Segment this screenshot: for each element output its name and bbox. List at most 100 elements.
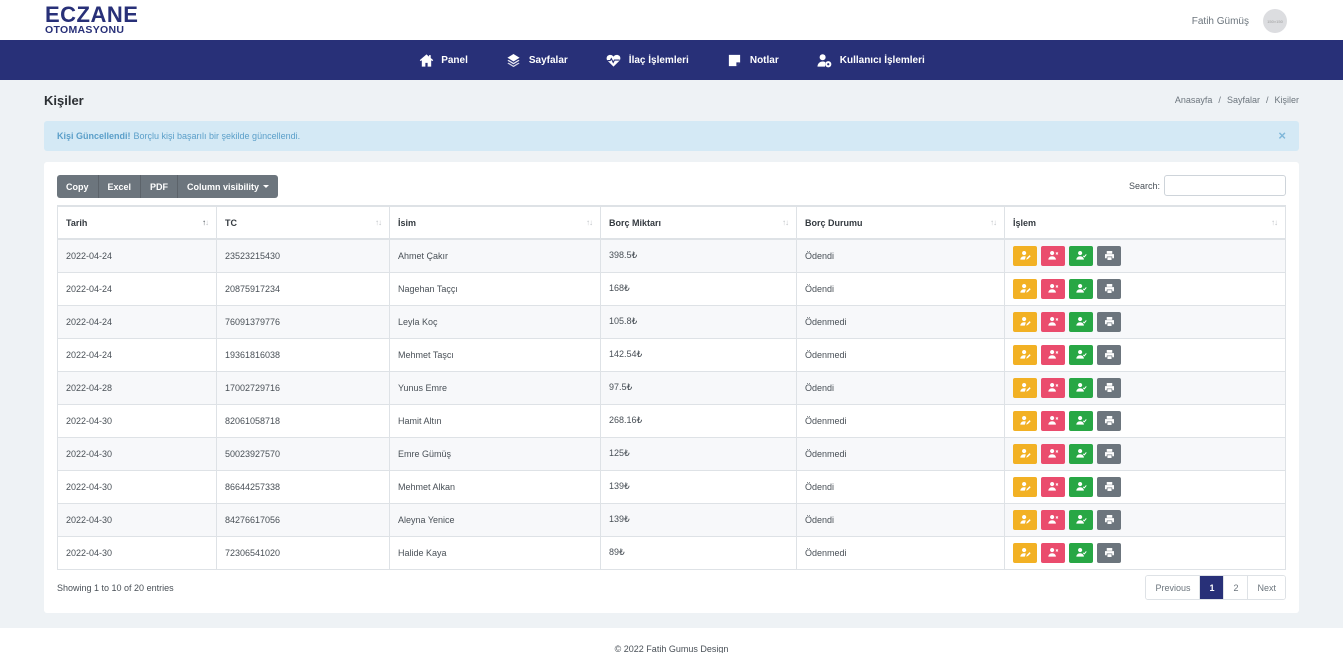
delete-user-button[interactable] <box>1041 245 1065 266</box>
cell-tc: 17002729716 <box>216 370 390 405</box>
cell-name: Emre Gümüş <box>389 436 601 471</box>
column-header-tc[interactable]: TC ↑↓ <box>216 205 390 240</box>
print-button[interactable] <box>1097 278 1121 299</box>
print-button[interactable] <box>1097 377 1121 398</box>
print-icon <box>1104 250 1115 261</box>
mark-paid-button[interactable] <box>1069 377 1093 398</box>
table-row: 2022-04-24 19361816038 Mehmet Taşcı 142.54₺… <box>57 337 1286 372</box>
nav-item-kullanici-islemleri[interactable]: Kullanıcı İşlemleri <box>817 52 925 68</box>
cell-status: Ödendi <box>796 271 1005 306</box>
cell-date: 2022-04-30 <box>57 502 217 537</box>
persons-table: Tarih ↑↓ TC ↑↓ İsim ↑↓ Borç Miktarı ↑↓ Borç … <box>57 205 1286 570</box>
user-edit-icon <box>1019 481 1031 492</box>
cell-name: Aleyna Yenice <box>389 502 601 537</box>
copy-button[interactable]: Copy <box>57 175 99 198</box>
column-header-tarih[interactable]: Tarih ↑↓ <box>57 205 217 240</box>
print-button[interactable] <box>1097 542 1121 563</box>
nav-item-sayfalar[interactable]: Sayfalar <box>506 52 568 68</box>
print-button[interactable] <box>1097 311 1121 332</box>
row-actions <box>1013 443 1277 464</box>
cell-status: Ödenmedi <box>796 436 1005 471</box>
mark-paid-button[interactable] <box>1069 410 1093 431</box>
mark-paid-button[interactable] <box>1069 509 1093 530</box>
breadcrumb-sayfalar[interactable]: Sayfalar <box>1227 95 1260 105</box>
breadcrumb-home[interactable]: Anasayfa <box>1175 95 1213 105</box>
mark-paid-button[interactable] <box>1069 542 1093 563</box>
cell-date: 2022-04-24 <box>57 238 217 273</box>
delete-user-button[interactable] <box>1041 278 1065 299</box>
delete-user-button[interactable] <box>1041 311 1065 332</box>
nav-item-ilac-islemleri[interactable]: İlaç İşlemleri <box>606 52 689 68</box>
nav-label: İlaç İşlemleri <box>628 54 689 66</box>
edit-user-button[interactable] <box>1013 377 1037 398</box>
edit-user-button[interactable] <box>1013 509 1037 530</box>
cell-name: Yunus Emre <box>389 370 601 405</box>
mark-paid-button[interactable] <box>1069 245 1093 266</box>
pdf-button[interactable]: PDF <box>141 175 179 198</box>
edit-user-button[interactable] <box>1013 311 1037 332</box>
nav-item-panel[interactable]: Panel <box>418 52 468 68</box>
edit-user-button[interactable] <box>1013 542 1037 563</box>
close-icon[interactable]: × <box>1278 129 1286 142</box>
edit-user-button[interactable] <box>1013 278 1037 299</box>
nav-item-notlar[interactable]: Notlar <box>727 52 779 68</box>
user-edit-icon <box>1019 514 1031 525</box>
user-edit-icon <box>1019 382 1031 393</box>
cell-status: Ödenmedi <box>796 304 1005 339</box>
edit-user-button[interactable] <box>1013 443 1037 464</box>
print-button[interactable] <box>1097 509 1121 530</box>
cell-actions <box>1004 238 1286 273</box>
column-header-islem[interactable]: İşlem ↑↓ <box>1004 205 1286 240</box>
cell-name: Leyla Koç <box>389 304 601 339</box>
print-button[interactable] <box>1097 245 1121 266</box>
excel-button[interactable]: Excel <box>99 175 142 198</box>
print-icon <box>1104 448 1115 459</box>
delete-user-button[interactable] <box>1041 443 1065 464</box>
edit-user-button[interactable] <box>1013 344 1037 365</box>
page-2-button[interactable]: 2 <box>1224 576 1249 599</box>
print-button[interactable] <box>1097 443 1121 464</box>
logo[interactable]: ECZANE OTOMASYONU <box>45 4 138 36</box>
cell-status: Ödendi <box>796 370 1005 405</box>
edit-user-button[interactable] <box>1013 476 1037 497</box>
cell-name: Mehmet Taşcı <box>389 337 601 372</box>
delete-user-button[interactable] <box>1041 476 1065 497</box>
print-button[interactable] <box>1097 344 1121 365</box>
avatar[interactable]: 150×150 <box>1263 9 1287 33</box>
edit-user-button[interactable] <box>1013 410 1037 431</box>
column-header-borc-durumu[interactable]: Borç Durumu ↑↓ <box>796 205 1005 240</box>
cell-tc: 72306541020 <box>216 535 390 570</box>
delete-user-button[interactable] <box>1041 410 1065 431</box>
cell-status: Ödenmedi <box>796 535 1005 570</box>
next-button[interactable]: Next <box>1248 576 1285 599</box>
print-icon <box>1104 547 1115 558</box>
user-check-icon <box>1075 349 1087 360</box>
mark-paid-button[interactable] <box>1069 443 1093 464</box>
page-1-button[interactable]: 1 <box>1200 576 1225 599</box>
mark-paid-button[interactable] <box>1069 278 1093 299</box>
user-check-icon <box>1075 250 1087 261</box>
delete-user-button[interactable] <box>1041 344 1065 365</box>
user-edit-icon <box>1019 547 1031 558</box>
delete-user-button[interactable] <box>1041 509 1065 530</box>
mark-paid-button[interactable] <box>1069 344 1093 365</box>
delete-user-button[interactable] <box>1041 542 1065 563</box>
print-button[interactable] <box>1097 476 1121 497</box>
user-check-icon <box>1075 415 1087 426</box>
cell-date: 2022-04-24 <box>57 304 217 339</box>
user-menu[interactable]: Fatih Gümüş 150×150 <box>1192 9 1287 33</box>
delete-user-button[interactable] <box>1041 377 1065 398</box>
nav-label: Kullanıcı İşlemleri <box>839 54 925 66</box>
search-input[interactable] <box>1164 175 1286 196</box>
print-button[interactable] <box>1097 410 1121 431</box>
column-header-isim[interactable]: İsim ↑↓ <box>389 205 601 240</box>
column-visibility-button[interactable]: Column visibility <box>178 175 278 198</box>
mark-paid-button[interactable] <box>1069 476 1093 497</box>
user-times-icon <box>1047 448 1059 459</box>
previous-button[interactable]: Previous <box>1146 576 1201 599</box>
search-label: Search: <box>1128 180 1160 191</box>
edit-user-button[interactable] <box>1013 245 1037 266</box>
column-header-borc-miktari[interactable]: Borç Miktarı ↑↓ <box>600 205 797 240</box>
mark-paid-button[interactable] <box>1069 311 1093 332</box>
user-times-icon <box>1047 250 1059 261</box>
